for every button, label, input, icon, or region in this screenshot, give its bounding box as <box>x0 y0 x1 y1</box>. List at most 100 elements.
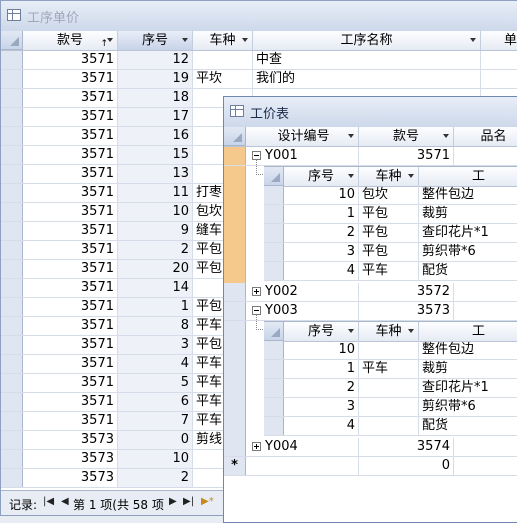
row-selector[interactable] <box>1 89 23 107</box>
select-all-corner[interactable] <box>264 167 284 186</box>
cell-seq[interactable]: 19 <box>118 70 193 88</box>
cell-car-type[interactable]: 平包 <box>359 224 419 242</box>
row-selector[interactable] <box>1 431 23 449</box>
row-selector[interactable] <box>1 108 23 126</box>
row-selector[interactable] <box>1 355 23 373</box>
row-selector[interactable] <box>1 165 23 183</box>
cell-product-name[interactable] <box>454 457 517 475</box>
row-selector[interactable] <box>1 146 23 164</box>
column-header-car-type[interactable]: 车种 <box>193 31 253 50</box>
cell-style-no[interactable]: 3571 <box>23 203 118 221</box>
cell-car-type[interactable] <box>359 341 419 359</box>
cell-design-no[interactable]: Y001 <box>262 147 359 165</box>
new-row-marker[interactable]: * <box>224 457 246 475</box>
sub-table-row[interactable]: 2 平包 查印花片*1 <box>264 224 517 243</box>
cell-product-name[interactable] <box>454 438 517 456</box>
cell-style-no[interactable]: 3573 <box>23 469 118 487</box>
row-selector[interactable] <box>1 393 23 411</box>
cell-style-no[interactable]: 3571 <box>23 184 118 202</box>
row-selector[interactable] <box>1 260 23 278</box>
cell-style-no[interactable]: 3571 <box>23 127 118 145</box>
cell-style-no[interactable]: 3571 <box>23 355 118 373</box>
sub-column-header-seq[interactable]: 序号 <box>284 167 359 186</box>
select-all-corner[interactable] <box>264 322 284 341</box>
cell-seq[interactable]: 4 <box>284 417 359 435</box>
row-selector[interactable] <box>1 469 23 487</box>
cell-style-no[interactable]: 3571 <box>359 147 454 165</box>
row-selector[interactable] <box>264 341 284 359</box>
cell-seq[interactable]: 7 <box>118 412 193 430</box>
sub-column-header-car-type[interactable]: 车种 <box>359 322 419 341</box>
cell-seq[interactable]: 17 <box>118 108 193 126</box>
row-selector[interactable] <box>1 203 23 221</box>
column-header-seq[interactable]: 序号 <box>118 31 193 50</box>
cell-seq[interactable]: 2 <box>118 241 193 259</box>
cell-style-no[interactable]: 3571 <box>23 146 118 164</box>
row-selector[interactable] <box>1 450 23 468</box>
cell-seq[interactable]: 3 <box>284 398 359 416</box>
row-selector[interactable] <box>1 241 23 259</box>
cell-seq[interactable]: 3 <box>284 243 359 261</box>
new-record-icon[interactable]: ▶* <box>201 496 214 507</box>
cell-style-no[interactable]: 3572 <box>359 283 454 301</box>
sub-table-row[interactable]: 3 剪织带*6 <box>264 398 517 417</box>
column-header-style-no[interactable]: 款号 <box>359 127 454 146</box>
cell-style-no[interactable]: 3571 <box>23 412 118 430</box>
cell-seq[interactable]: 3 <box>118 336 193 354</box>
next-record-icon[interactable]: ▶ <box>169 496 177 507</box>
cell-seq[interactable]: 10 <box>118 450 193 468</box>
sub-column-header-process[interactable]: 工 <box>419 322 517 341</box>
cell-seq[interactable]: 0 <box>118 431 193 449</box>
cell-design-no[interactable]: Y004 <box>262 438 359 456</box>
cell-style-no[interactable]: 3571 <box>23 279 118 297</box>
row-selector[interactable] <box>1 127 23 145</box>
collapse-icon[interactable] <box>252 306 261 315</box>
cell-process[interactable]: 查印花片*1 <box>419 379 517 397</box>
table-row[interactable]: 3571 12 中查 <box>1 51 517 70</box>
cell-unit[interactable] <box>481 70 517 88</box>
sub-column-header-car-type[interactable]: 车种 <box>359 167 419 186</box>
cell-design-no[interactable]: Y003 <box>262 302 359 320</box>
cell-product-name[interactable] <box>454 147 517 165</box>
parent-row[interactable]: Y002 3572 <box>224 283 517 302</box>
expand-icon[interactable] <box>252 287 261 296</box>
row-selector[interactable] <box>1 184 23 202</box>
cell-seq[interactable]: 16 <box>118 127 193 145</box>
row-selector[interactable] <box>264 224 284 242</box>
table-row[interactable]: 3571 19 平坎 我们的 <box>1 70 517 89</box>
row-selector[interactable] <box>264 360 284 378</box>
cell-seq[interactable]: 2 <box>284 224 359 242</box>
cell-seq[interactable]: 2 <box>284 379 359 397</box>
cell-process[interactable]: 整件包边 <box>419 186 517 204</box>
cell-process[interactable]: 剪织带*6 <box>419 243 517 261</box>
row-selector[interactable] <box>224 302 246 320</box>
sub-table-row[interactable]: 10 包坎 整件包边 <box>264 186 517 205</box>
row-selector[interactable] <box>264 205 284 223</box>
cell-seq[interactable]: 12 <box>118 51 193 69</box>
cell-seq[interactable]: 18 <box>118 89 193 107</box>
cell-style-no[interactable]: 3571 <box>23 317 118 335</box>
sub-table-row[interactable]: 4 平车 配货 <box>264 262 517 281</box>
column-header-unit[interactable]: 单 <box>481 31 517 50</box>
cell-style-no[interactable]: 3571 <box>23 298 118 316</box>
cell-car-type[interactable] <box>359 379 419 397</box>
parent-row[interactable]: Y001 3571 <box>224 147 517 166</box>
cell-seq[interactable]: 1 <box>284 360 359 378</box>
cell-product-name[interactable] <box>454 283 517 301</box>
row-selector[interactable] <box>264 417 284 435</box>
cell-seq[interactable]: 10 <box>284 186 359 204</box>
cell-car-type[interactable]: 包坎 <box>359 186 419 204</box>
sub-table-row[interactable]: 10 整件包边 <box>264 341 517 360</box>
row-selector[interactable] <box>1 298 23 316</box>
cell-seq[interactable]: 10 <box>118 203 193 221</box>
cell-car-type[interactable]: 平坎 <box>193 70 253 88</box>
row-selector[interactable] <box>224 438 246 456</box>
cell-seq[interactable]: 1 <box>118 298 193 316</box>
row-selector[interactable] <box>1 70 23 88</box>
cell-process[interactable]: 裁剪 <box>419 360 517 378</box>
cell-seq[interactable]: 8 <box>118 317 193 335</box>
last-record-icon[interactable]: ▶| <box>183 496 194 507</box>
cell-seq[interactable]: 5 <box>118 374 193 392</box>
prev-record-icon[interactable]: ◀ <box>61 496 69 507</box>
row-selector[interactable] <box>1 336 23 354</box>
